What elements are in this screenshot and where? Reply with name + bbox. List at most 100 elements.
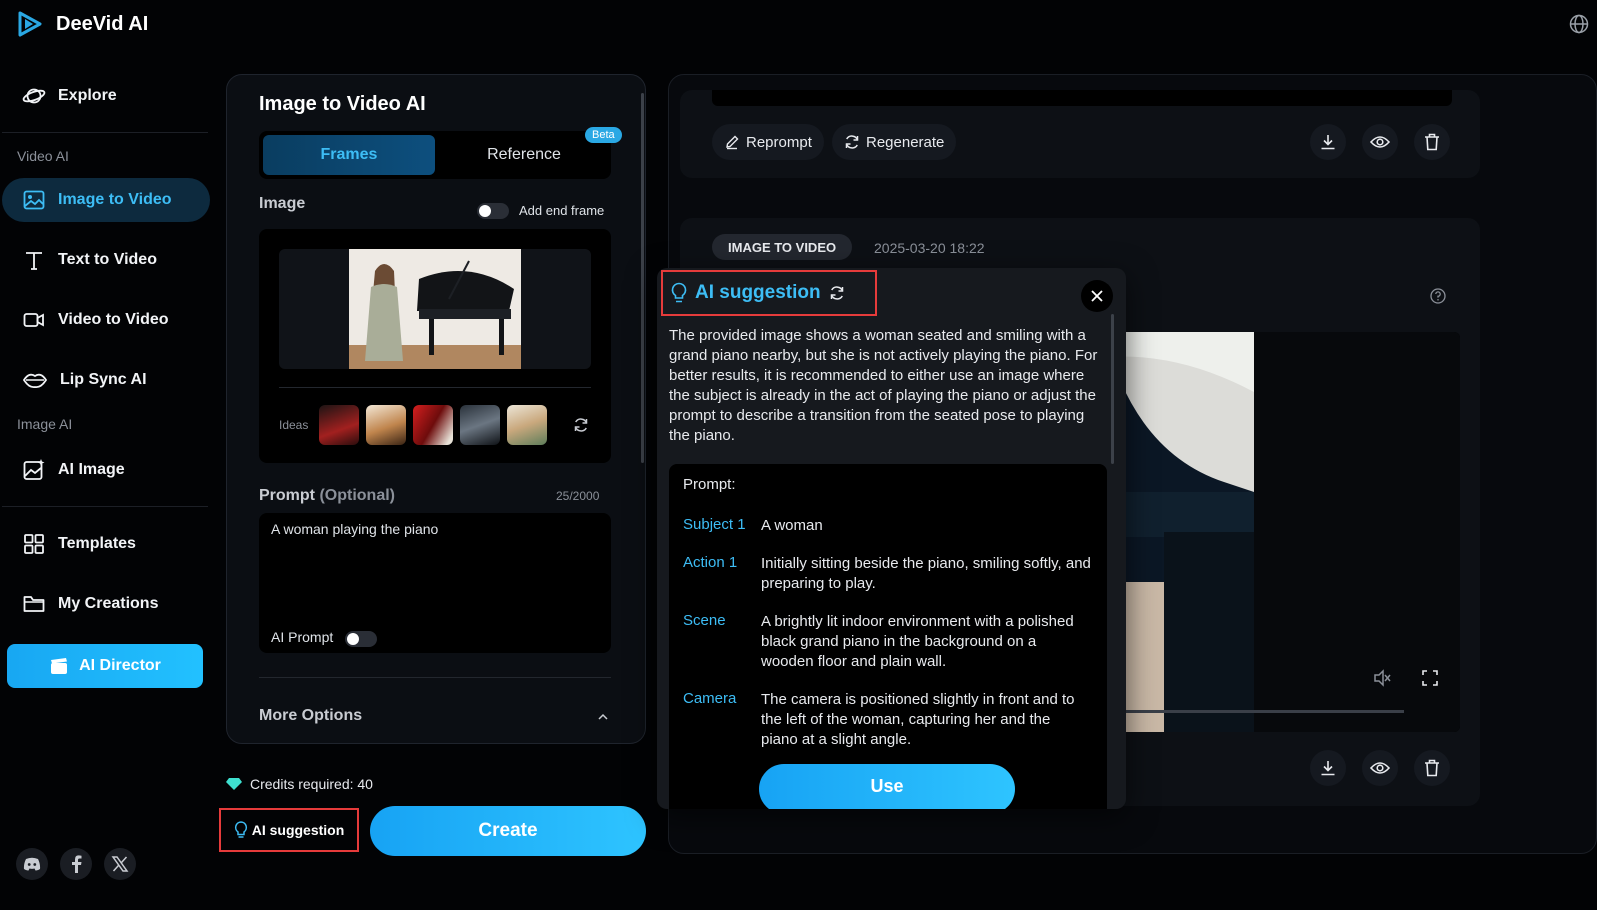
idea-thumbnail[interactable]	[319, 405, 359, 445]
tab-reference[interactable]: Reference	[439, 135, 609, 175]
beta-badge: Beta	[585, 127, 622, 143]
sidebar-item-label: Lip Sync AI	[60, 371, 147, 388]
language-globe-icon[interactable]	[1569, 14, 1589, 34]
prompt-key-action: Action 1	[683, 554, 738, 571]
generation-date: 2025-03-20 18:22	[874, 240, 985, 256]
create-button[interactable]: Create	[370, 806, 646, 856]
preview-button[interactable]	[1362, 124, 1398, 160]
use-suggestion-button[interactable]: Use	[759, 764, 1015, 809]
suggestion-description: The provided image shows a woman seated …	[669, 327, 1098, 444]
sidebar-item-label: Image to Video	[58, 191, 172, 208]
sidebar-item-my-creations[interactable]: My Creations	[2, 582, 210, 626]
download-button[interactable]	[1310, 750, 1346, 786]
folder-icon	[23, 596, 45, 612]
prompt-char-counter: 25/2000	[556, 489, 600, 503]
suggested-prompt-heading: Prompt:	[683, 476, 736, 493]
chevron-up-icon[interactable]	[597, 713, 609, 721]
ai-suggestion-button[interactable]: AI suggestion	[219, 808, 359, 852]
credits-required: Credits required: 40	[226, 776, 373, 792]
mute-icon[interactable]	[1372, 668, 1392, 688]
popup-title: AI suggestion	[695, 282, 821, 303]
sidebar-divider	[2, 132, 208, 133]
refresh-ideas-icon[interactable]	[573, 417, 589, 433]
more-options-toggle[interactable]: More Options	[259, 707, 362, 725]
app-logo[interactable]: DeeVid AI	[16, 10, 148, 38]
previous-result-bottom	[712, 90, 1452, 106]
close-popup-button[interactable]	[1081, 280, 1113, 312]
download-icon	[1321, 135, 1335, 150]
download-icon	[1321, 761, 1335, 776]
download-button[interactable]	[1310, 124, 1346, 160]
sidebar-item-label: My Creations	[58, 595, 159, 612]
options-divider	[259, 677, 611, 678]
eye-icon	[1370, 136, 1390, 148]
ai-prompt-toggle[interactable]	[345, 631, 377, 647]
pencil-icon	[726, 135, 739, 150]
sidebar-item-label: AI Image	[58, 461, 125, 478]
help-icon[interactable]	[1430, 288, 1446, 304]
lightbulb-icon	[671, 282, 687, 303]
ai-director-button[interactable]: AI Director	[7, 644, 203, 688]
sidebar-item-lip-sync[interactable]: Lip Sync AI	[2, 358, 210, 402]
sidebar-section-image: Image AI	[17, 416, 73, 432]
idea-thumbnail[interactable]	[507, 405, 547, 445]
discord-icon[interactable]	[16, 848, 48, 880]
image-preview	[279, 249, 591, 369]
popup-header: AI suggestion	[661, 270, 877, 316]
video-camera-icon	[23, 313, 44, 327]
regenerate-button[interactable]: Regenerate	[832, 124, 957, 160]
sidebar-item-ai-image[interactable]: AI Image	[2, 448, 210, 492]
text-icon	[26, 252, 42, 270]
facebook-icon[interactable]	[60, 848, 92, 880]
grid-icon	[24, 534, 44, 554]
mode-tabs: Frames Reference Beta	[259, 127, 622, 179]
trash-icon	[1425, 759, 1439, 777]
ai-image-icon	[23, 459, 45, 480]
uploaded-image	[349, 249, 521, 369]
sidebar-item-templates[interactable]: Templates	[2, 522, 210, 566]
form-title: Image to Video AI	[259, 93, 426, 115]
sidebar-item-video-to-video[interactable]: Video to Video	[2, 298, 210, 342]
lightbulb-icon	[234, 821, 247, 838]
image-upload-area[interactable]: Ideas	[259, 229, 611, 463]
generation-type-badge: IMAGE TO VIDEO	[712, 234, 853, 260]
delete-button[interactable]	[1414, 124, 1450, 160]
add-end-frame-label: Add end frame	[519, 203, 605, 218]
x-twitter-icon[interactable]	[104, 848, 136, 880]
idea-thumbnail[interactable]	[413, 405, 453, 445]
delete-button[interactable]	[1414, 750, 1450, 786]
refresh-icon	[845, 135, 859, 149]
prompt-key-subject: Subject 1	[683, 516, 746, 533]
image-label: Image	[259, 195, 306, 212]
add-end-frame-toggle[interactable]	[477, 203, 509, 219]
idea-thumbnail[interactable]	[366, 405, 406, 445]
sidebar-item-explore[interactable]: Explore	[2, 74, 210, 118]
clapperboard-icon	[51, 658, 68, 674]
prompt-input[interactable]: A woman playing the piano AI Prompt	[259, 513, 611, 653]
diamond-icon	[226, 778, 242, 790]
sidebar-section-video: Video AI	[17, 148, 69, 164]
sidebar-divider	[2, 506, 208, 507]
sidebar-item-text-to-video[interactable]: Text to Video	[2, 238, 210, 282]
fullscreen-icon[interactable]	[1422, 670, 1438, 686]
reprompt-button[interactable]: Reprompt	[712, 124, 824, 160]
sidebar-item-label: Templates	[58, 535, 136, 552]
preview-button[interactable]	[1362, 750, 1398, 786]
form-scrollbar[interactable]	[641, 93, 644, 463]
app-name: DeeVid AI	[56, 12, 149, 35]
prompt-value-action: Initially sitting beside the piano, smil…	[761, 555, 1091, 592]
tab-frames[interactable]: Frames	[263, 135, 435, 175]
ai-prompt-label: AI Prompt	[271, 629, 334, 645]
ai-director-label: AI Director	[79, 657, 161, 674]
prompt-value-camera: The camera is positioned slightly in fro…	[761, 691, 1075, 748]
idea-thumbnail[interactable]	[460, 405, 500, 445]
sidebar-item-image-to-video[interactable]: Image to Video	[2, 178, 210, 222]
sidebar-item-label: Text to Video	[58, 251, 157, 268]
image-icon	[23, 190, 45, 210]
refresh-suggestion-icon[interactable]	[829, 285, 845, 301]
ideas-label: Ideas	[279, 418, 309, 432]
planet-icon	[22, 88, 46, 104]
ideas-divider	[279, 387, 591, 388]
suggested-prompt-box: Prompt: Subject 1 A woman Action 1 Initi…	[669, 464, 1107, 809]
popup-scrollbar[interactable]	[1111, 314, 1114, 464]
